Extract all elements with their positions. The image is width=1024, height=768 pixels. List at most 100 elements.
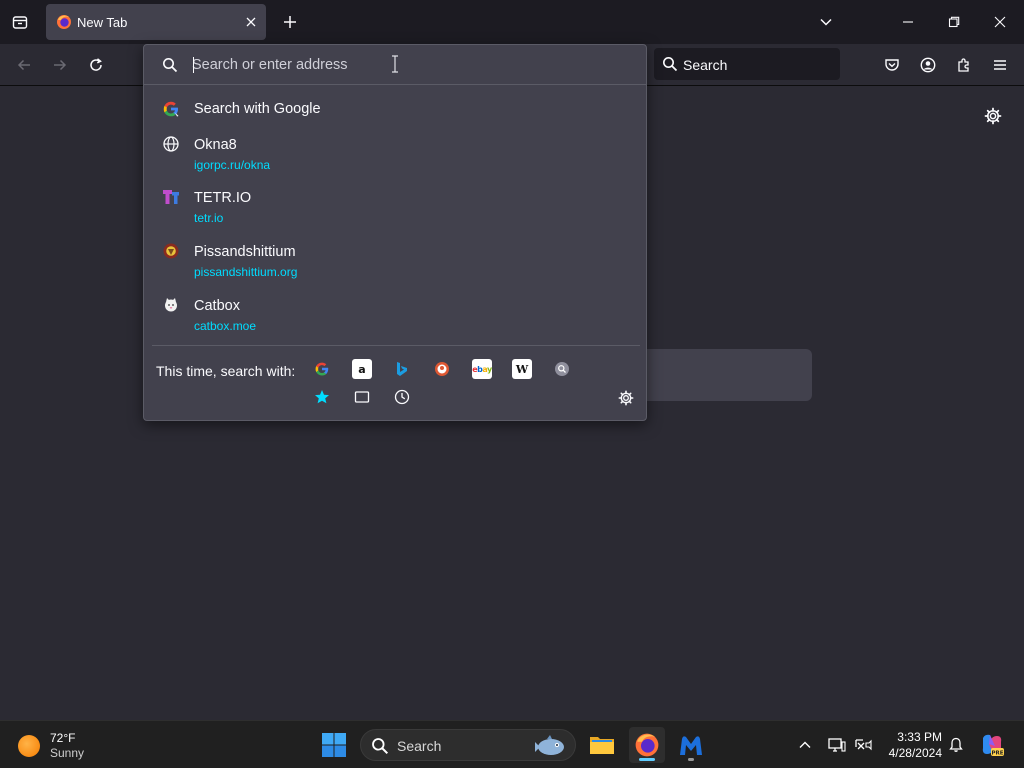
duckduckgo-icon [435, 362, 449, 376]
copilot-icon: PRE [982, 734, 1004, 756]
oneoff-search-label: This time, search with: [156, 363, 296, 379]
newtab-search-box[interactable] [640, 349, 812, 401]
newtab-settings-button[interactable] [982, 105, 1004, 127]
globe-icon [163, 136, 179, 152]
catbox-icon [165, 298, 177, 312]
plus-icon [284, 16, 296, 28]
back-button[interactable] [11, 52, 37, 78]
no-network-icon [855, 739, 872, 751]
weather-widget[interactable]: 72°F Sunny [18, 729, 108, 761]
restore-button[interactable] [940, 8, 968, 36]
urlbar-result-okna8[interactable]: Okna8 igorpc.ru/okna [152, 133, 638, 177]
search-bar-placeholder: Search [683, 57, 728, 73]
arrow-left-icon [17, 59, 30, 71]
gear-icon [618, 390, 634, 406]
show-hidden-icons-button[interactable] [793, 733, 817, 757]
result-title: Okna8 [194, 137, 237, 153]
engine-google-button[interactable] [312, 359, 332, 379]
search-icon [372, 738, 389, 755]
firefox-view-icon [12, 16, 28, 29]
ibeam-cursor-icon [392, 55, 398, 73]
pocket-button[interactable] [879, 52, 905, 78]
hamburger-menu-icon [994, 60, 1006, 70]
tab-new-tab[interactable]: New Tab [46, 4, 266, 40]
tab-strip: New Tab [0, 0, 1024, 44]
close-window-button[interactable] [986, 8, 1014, 36]
folder-icon [590, 737, 614, 754]
start-button[interactable] [320, 731, 348, 759]
extensions-button[interactable] [951, 52, 977, 78]
google-icon [163, 101, 179, 117]
minimize-button[interactable] [894, 8, 922, 36]
forward-button[interactable] [47, 52, 73, 78]
result-title: Search with Google [194, 101, 321, 117]
result-title: TETR.IO [194, 190, 252, 206]
star-icon [315, 390, 329, 404]
engine-ebay-button[interactable]: ebay [472, 359, 492, 379]
result-url: igorpc.ru/okna [194, 158, 271, 172]
gear-icon [984, 107, 1002, 125]
engine-duckduckgo-button[interactable] [432, 359, 452, 379]
svg-text:PRE: PRE [991, 750, 1003, 756]
running-app-indicator [688, 758, 694, 761]
engine-other-search-button[interactable] [552, 359, 572, 379]
network-volume-tray-button[interactable] [851, 733, 875, 757]
taskbar-search-placeholder: Search [397, 738, 442, 754]
tab-close-button[interactable] [242, 13, 260, 31]
new-tab-button[interactable] [278, 10, 302, 34]
reload-icon [90, 58, 102, 71]
engine-wikipedia-button[interactable]: W [512, 359, 532, 379]
search-bookmarks-button[interactable] [312, 387, 332, 407]
engine-bing-button[interactable] [392, 359, 412, 379]
firefox-icon [57, 15, 71, 29]
weather-temperature: 72°F [50, 731, 76, 745]
close-icon [246, 17, 256, 27]
sun-icon [18, 735, 40, 757]
firefox-view-button[interactable] [8, 10, 32, 34]
result-title: Catbox [194, 298, 240, 314]
arrow-right-icon [54, 59, 67, 71]
taskbar-search[interactable]: Search [360, 729, 576, 761]
reload-button[interactable] [83, 52, 109, 78]
urlbar-input[interactable] [192, 54, 632, 76]
search-history-button[interactable] [392, 387, 412, 407]
search-bar[interactable]: Search [654, 48, 840, 80]
search-settings-button[interactable] [616, 388, 636, 408]
notifications-button[interactable] [944, 733, 968, 757]
taskbar-clock[interactable]: 3:33 PM 4/28/2024 [878, 729, 942, 761]
chevron-down-icon [820, 18, 832, 26]
wikipedia-icon: W [515, 362, 529, 376]
result-url: catbox.moe [194, 319, 257, 333]
account-button[interactable] [915, 52, 941, 78]
app-menu-button[interactable] [987, 52, 1013, 78]
search-tabs-button[interactable] [352, 387, 372, 407]
engine-amazon-button[interactable]: a [352, 359, 372, 379]
list-all-tabs-button[interactable] [814, 10, 838, 34]
result-url: tetr.io [194, 211, 224, 225]
taskbar-file-explorer[interactable] [584, 727, 620, 763]
taskbar-firefox[interactable] [629, 727, 665, 763]
malwarebytes-icon [680, 736, 702, 755]
bing-icon [397, 362, 407, 376]
urlbar-result-catbox[interactable]: Catbox catbox.moe [152, 294, 638, 338]
windows-logo-icon [322, 733, 346, 757]
copilot-button[interactable]: PRE [978, 731, 1006, 759]
urlbar-result-tetrio[interactable]: TETR.IO tetr.io [152, 186, 638, 230]
result-url: pissandshittium.org [194, 265, 298, 279]
urlbar-result-search-google[interactable]: Search with Google [152, 95, 638, 123]
display-tray-button[interactable] [825, 733, 849, 757]
taskbar-malwarebytes[interactable] [673, 727, 709, 763]
divider [152, 345, 640, 346]
clock-time: 3:33 PM [897, 730, 942, 744]
clock-icon [394, 389, 410, 405]
tab-icon [354, 391, 370, 403]
firefox-icon [635, 733, 659, 757]
urlbar-result-pissandshittium[interactable]: Pissandshittium pissandshittium.org [152, 240, 638, 284]
pissandshittium-icon [163, 243, 179, 259]
bell-icon [949, 737, 963, 752]
search-icon [663, 57, 678, 72]
chevron-up-icon [799, 741, 811, 748]
puzzle-icon [958, 58, 969, 72]
urlbar[interactable] [144, 45, 646, 85]
urlbar-popup: Search with Google Okna8 igorpc.ru/okna … [143, 44, 647, 421]
